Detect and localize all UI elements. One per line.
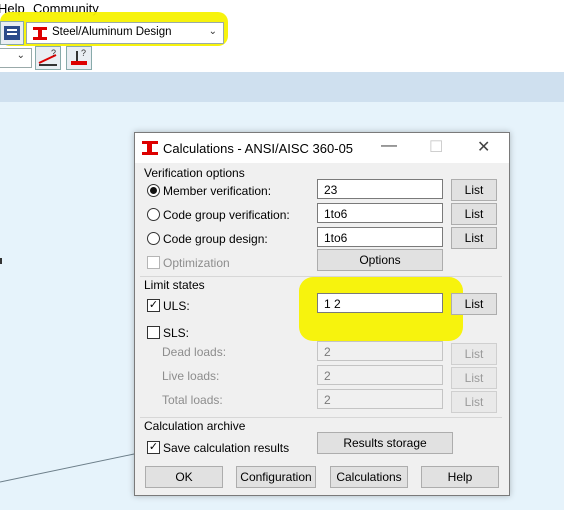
code-group-design-radio[interactable] [147,232,160,245]
live-loads-input: 2 [317,365,443,385]
archive-heading: Calculation archive [144,419,246,433]
maximize-icon: ☐ [429,139,444,156]
calculations-dialog: Calculations - ANSI/AISC 360-05 — ☐ ✕ Ve… [134,132,510,496]
optimization-checkbox [147,256,160,269]
code-group-design-input[interactable]: 1to6 [317,227,443,247]
steel-design-icon [33,27,47,40]
options-button[interactable]: Options [317,249,443,271]
code-group-design-list-button[interactable]: List [451,227,497,249]
layout-icon[interactable] [0,21,24,45]
ok-button[interactable]: OK [145,466,223,488]
dead-loads-label: Dead loads: [162,345,227,359]
live-loads-list-button: List [451,367,497,389]
member-verification-label: Member verification: [163,184,272,198]
minimize-icon[interactable]: — [381,137,397,155]
member-verification-radio[interactable] [147,184,160,197]
sls-label: SLS: [163,326,190,340]
save-results-label: Save calculation results [163,441,290,455]
configuration-button[interactable]: Configuration [236,466,316,488]
view-header-band [0,72,564,102]
section-design-icon[interactable]: ? [35,46,61,70]
live-loads-label: Live loads: [162,369,220,383]
small-select[interactable]: ⌄ [0,48,32,68]
verification-heading: Verification options [144,166,245,180]
module-select-value: Steel/Aluminum Design [52,26,172,38]
code-group-verification-input[interactable]: 1to6 [317,203,443,223]
member-verification-input[interactable]: 23 [317,179,443,199]
uls-input[interactable]: 1 2 [317,293,443,313]
sls-checkbox[interactable] [147,326,160,339]
uls-label: ULS: [163,299,190,313]
uls-list-button[interactable]: List [451,293,497,315]
save-results-checkbox[interactable]: ✓ [147,441,160,454]
dialog-title: Calculations - ANSI/AISC 360-05 [163,141,354,156]
member-design-icon[interactable]: ? [66,46,92,70]
member-list-button[interactable]: List [451,179,497,201]
limit-states-heading: Limit states [144,278,205,292]
toolbar: Steel/Aluminum Design ⌄ ⌄ ? ? [0,12,564,73]
results-storage-button[interactable]: Results storage [317,432,453,454]
code-group-verification-list-button[interactable]: List [451,203,497,225]
total-loads-list-button: List [451,391,497,413]
help-button[interactable]: Help [421,466,499,488]
code-group-verification-label: Code group verification: [163,208,290,222]
uls-checkbox[interactable]: ✓ [147,299,160,312]
code-group-design-label: Code group design: [163,232,268,246]
total-loads-label: Total loads: [162,393,223,407]
chevron-down-icon: ⌄ [208,26,217,37]
calculations-button[interactable]: Calculations [330,466,408,488]
chevron-down-icon: ⌄ [16,50,25,61]
dead-loads-input: 2 [317,341,443,361]
dialog-titlebar[interactable]: Calculations - ANSI/AISC 360-05 — ☐ ✕ [135,133,509,163]
dead-loads-list-button: List [451,343,497,365]
code-group-verification-radio[interactable] [147,208,160,221]
svg-text:?: ? [51,48,56,58]
total-loads-input: 2 [317,389,443,409]
close-icon[interactable]: ✕ [477,137,490,157]
svg-text:?: ? [81,48,86,58]
divider [140,417,502,418]
optimization-label: Optimization [163,256,230,270]
module-select[interactable]: Steel/Aluminum Design ⌄ [26,22,224,44]
steel-design-icon [142,141,158,155]
